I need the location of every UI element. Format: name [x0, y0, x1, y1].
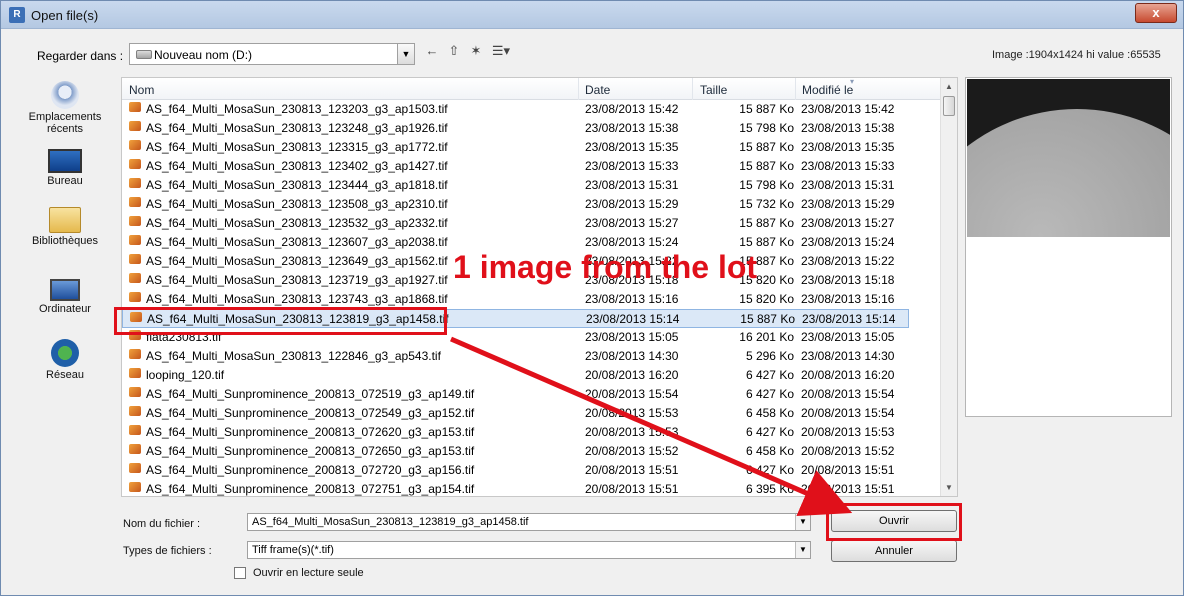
annotation-text: 1 image from the lot [453, 249, 758, 285]
open-file-dialog: R Open file(s) x Regarder dans : Nouveau… [0, 0, 1184, 596]
annotation-arrow [450, 336, 853, 517]
